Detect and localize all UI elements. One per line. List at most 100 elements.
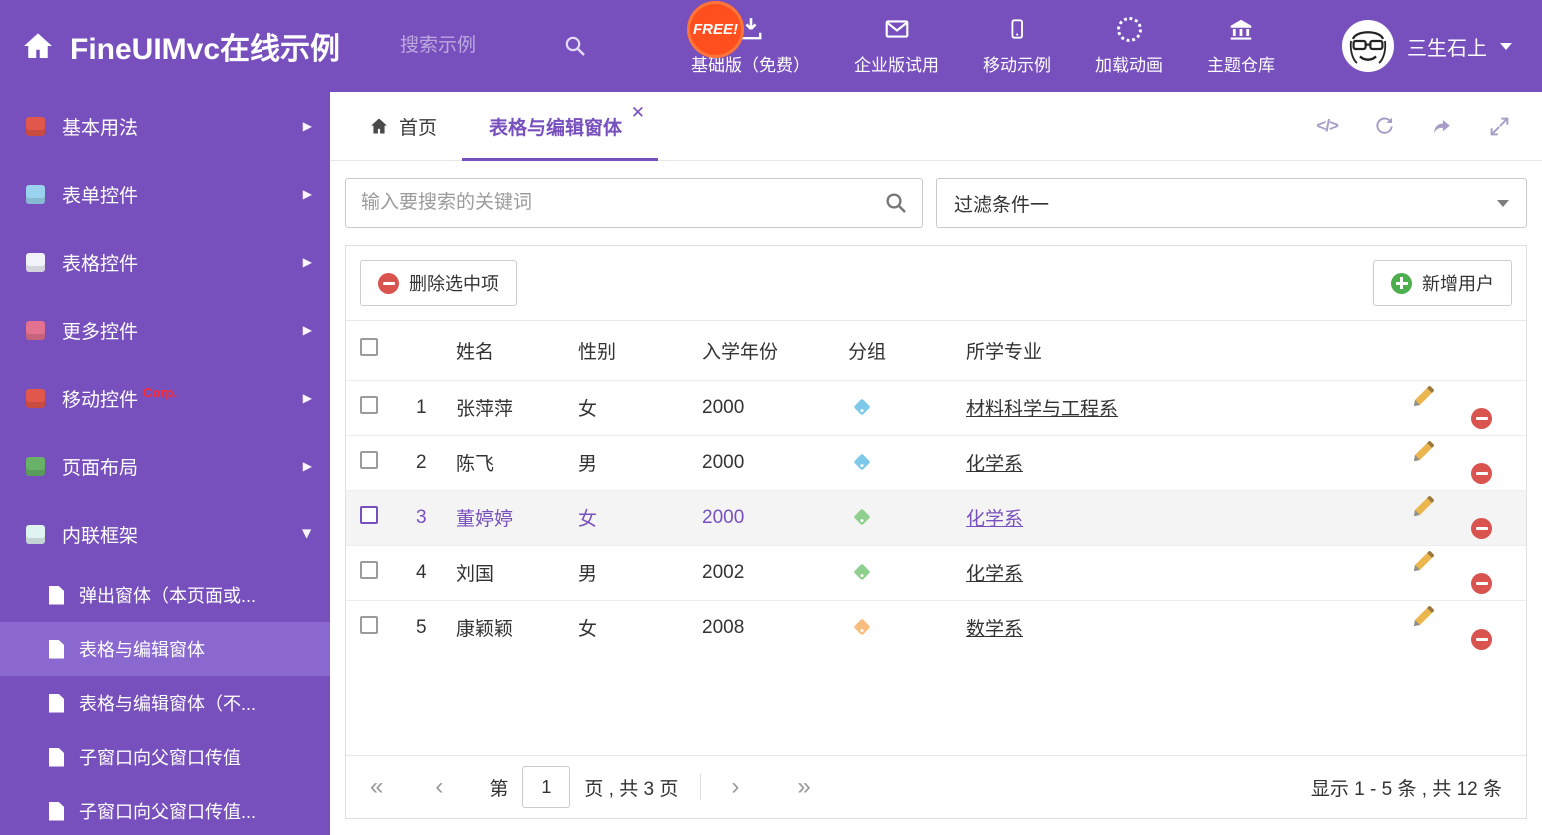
search-icon[interactable] bbox=[563, 34, 587, 58]
sidebar-subitem[interactable]: 子窗口向父窗口传值 bbox=[0, 730, 330, 784]
chevron-right-icon: ▶ bbox=[302, 459, 312, 473]
delete-icon[interactable] bbox=[1471, 463, 1492, 485]
caret-down-icon bbox=[1500, 42, 1512, 50]
sidebar-item-label: 基本用法 bbox=[62, 117, 139, 139]
sidebar-item[interactable]: 移动控件 Corp. ▶ bbox=[0, 364, 330, 432]
tag-icon bbox=[853, 563, 871, 580]
edit-icon[interactable] bbox=[1412, 550, 1435, 573]
chevron-right-icon: ▶ bbox=[302, 391, 312, 405]
document-icon bbox=[49, 585, 64, 605]
sidebar-item[interactable]: 页面布局 ▶ bbox=[0, 432, 330, 500]
sidebar-item[interactable]: 基本用法 ▶ bbox=[0, 92, 330, 160]
user-menu[interactable]: 三生石上 bbox=[1342, 20, 1542, 72]
nav-item-theme-repo[interactable]: 主题仓库 bbox=[1185, 16, 1297, 76]
home-icon bbox=[24, 33, 52, 58]
nav-label: 企业版试用 bbox=[854, 56, 939, 75]
last-page-icon[interactable]: » bbox=[797, 775, 810, 799]
content-body: 过滤条件一 删除选中项 新增用户 bbox=[330, 161, 1542, 835]
user-name: 三生石上 bbox=[1407, 37, 1487, 60]
sidebar-item-icon bbox=[26, 184, 45, 204]
nav-item-enterprise-trial[interactable]: 企业版试用 bbox=[832, 16, 961, 76]
grid-spacer bbox=[346, 655, 1526, 755]
row-checkbox[interactable] bbox=[360, 450, 378, 469]
sidebar-subitem[interactable]: 表格与编辑窗体 bbox=[0, 622, 330, 676]
row-checkbox[interactable] bbox=[360, 505, 378, 524]
sidebar-subitem-label: 子窗口向父窗口传值 bbox=[79, 748, 241, 768]
row-number: 2 bbox=[410, 434, 450, 490]
column-row-number bbox=[410, 321, 450, 380]
data-grid: 姓名 性别 入学年份 分组 所学专业 1 张萍萍 女 2000 材料科学与工程系… bbox=[346, 321, 1526, 655]
tab-grid-edit-window[interactable]: 表格与编辑窗体 ✕ bbox=[462, 92, 659, 161]
row-checkbox[interactable] bbox=[360, 615, 378, 634]
sidebar-subitem-label: 弹出窗体（本页面或... bbox=[79, 586, 257, 606]
document-icon bbox=[49, 639, 64, 659]
row-checkbox[interactable] bbox=[360, 560, 378, 579]
edit-icon[interactable] bbox=[1412, 495, 1435, 518]
expand-icon[interactable] bbox=[1489, 116, 1510, 137]
table-row: 3 董婷婷 女 2000 化学系 bbox=[346, 489, 1526, 545]
top-search-input[interactable] bbox=[398, 34, 563, 58]
major-link[interactable]: 化学系 bbox=[966, 509, 1023, 530]
prev-page-icon[interactable]: ‹ bbox=[435, 775, 443, 799]
sidebar-item-label: 移动控件 bbox=[62, 389, 139, 411]
sidebar-item-label: 表格控件 bbox=[62, 253, 139, 275]
tag-icon bbox=[853, 398, 871, 415]
corp-badge: Corp. bbox=[143, 384, 177, 400]
refresh-icon[interactable] bbox=[1374, 116, 1395, 137]
sidebar-item[interactable]: 表格控件 ▶ bbox=[0, 228, 330, 296]
add-user-button[interactable]: 新增用户 bbox=[1373, 260, 1512, 306]
next-page-icon[interactable]: › bbox=[731, 775, 739, 799]
sidebar-subitem[interactable]: 弹出窗体（本页面或... bbox=[0, 568, 330, 622]
close-icon[interactable]: ✕ bbox=[631, 104, 645, 121]
table-row: 4 刘国 男 2002 化学系 bbox=[346, 544, 1526, 600]
code-icon[interactable]: </> bbox=[1316, 116, 1339, 136]
keyword-search-input[interactable] bbox=[346, 192, 870, 214]
filter-dropdown-value: 过滤条件一 bbox=[954, 194, 1050, 216]
filter-dropdown[interactable]: 过滤条件一 bbox=[936, 178, 1527, 228]
nav-item-mobile-demo[interactable]: 移动示例 bbox=[961, 16, 1073, 76]
filter-row: 过滤条件一 bbox=[345, 178, 1527, 228]
document-icon bbox=[49, 747, 64, 767]
document-icon bbox=[49, 801, 64, 821]
cell-name: 陈飞 bbox=[450, 434, 572, 490]
major-link[interactable]: 数学系 bbox=[966, 619, 1023, 640]
caret-down-icon bbox=[1497, 199, 1509, 207]
tab-tools: </> bbox=[1316, 92, 1542, 160]
record-summary: 显示 1 - 5 条 , 共 12 条 bbox=[1310, 778, 1502, 800]
delete-icon[interactable] bbox=[1471, 518, 1492, 540]
chevron-right-icon: ▶ bbox=[302, 255, 312, 269]
major-link[interactable]: 化学系 bbox=[966, 564, 1023, 585]
brand[interactable]: FineUIMvc在线示例 bbox=[0, 24, 398, 68]
content-area: 首页 表格与编辑窗体 ✕ </> 输入要搜索的关键词 过滤条件一 删除选中项 新… bbox=[330, 92, 1542, 835]
row-number: 4 bbox=[410, 544, 450, 600]
top-nav: 基础版（免费） 企业版试用 移动示例 加载动画 主题仓库 bbox=[669, 16, 1297, 76]
sidebar-item-icon bbox=[26, 388, 45, 408]
sidebar-item[interactable]: 内联框架 ▶ bbox=[0, 500, 330, 568]
nav-item-loading-animation[interactable]: 加载动画 bbox=[1073, 16, 1185, 76]
tab-home[interactable]: 首页 bbox=[344, 92, 462, 160]
first-page-icon[interactable]: « bbox=[370, 775, 383, 799]
sidebar-subitem[interactable]: 表格与编辑窗体（不... bbox=[0, 676, 330, 730]
sidebar-subitem[interactable]: 子窗口向父窗口传值... bbox=[0, 784, 330, 835]
sidebar-item-icon bbox=[26, 320, 45, 340]
page-number-input[interactable] bbox=[522, 766, 571, 808]
forward-icon[interactable] bbox=[1431, 116, 1453, 137]
delete-icon[interactable] bbox=[1471, 573, 1492, 595]
major-link[interactable]: 化学系 bbox=[966, 454, 1023, 475]
sidebar-item[interactable]: 表单控件 ▶ bbox=[0, 160, 330, 228]
cell-year: 2008 bbox=[696, 599, 842, 655]
select-all-checkbox[interactable] bbox=[360, 338, 378, 357]
edit-icon[interactable] bbox=[1412, 385, 1435, 408]
row-checkbox[interactable] bbox=[360, 395, 378, 414]
delete-selected-button[interactable]: 删除选中项 bbox=[360, 260, 517, 306]
edit-icon[interactable] bbox=[1412, 440, 1435, 463]
delete-icon[interactable] bbox=[1471, 628, 1492, 650]
edit-icon[interactable] bbox=[1412, 605, 1435, 628]
major-link[interactable]: 材料科学与工程系 bbox=[966, 399, 1118, 420]
search-icon[interactable] bbox=[870, 191, 922, 215]
sidebar-item[interactable]: 更多控件 ▶ bbox=[0, 296, 330, 364]
sidebar: 基本用法 ▶ 表单控件 ▶ 表格控件 ▶ 更多控件 ▶ 移动控件 Corp. ▶… bbox=[0, 92, 330, 835]
delete-icon[interactable] bbox=[1471, 408, 1492, 430]
sidebar-subitem-label: 表格与编辑窗体（不... bbox=[79, 694, 257, 714]
chevron-right-icon: ▶ bbox=[302, 119, 312, 133]
